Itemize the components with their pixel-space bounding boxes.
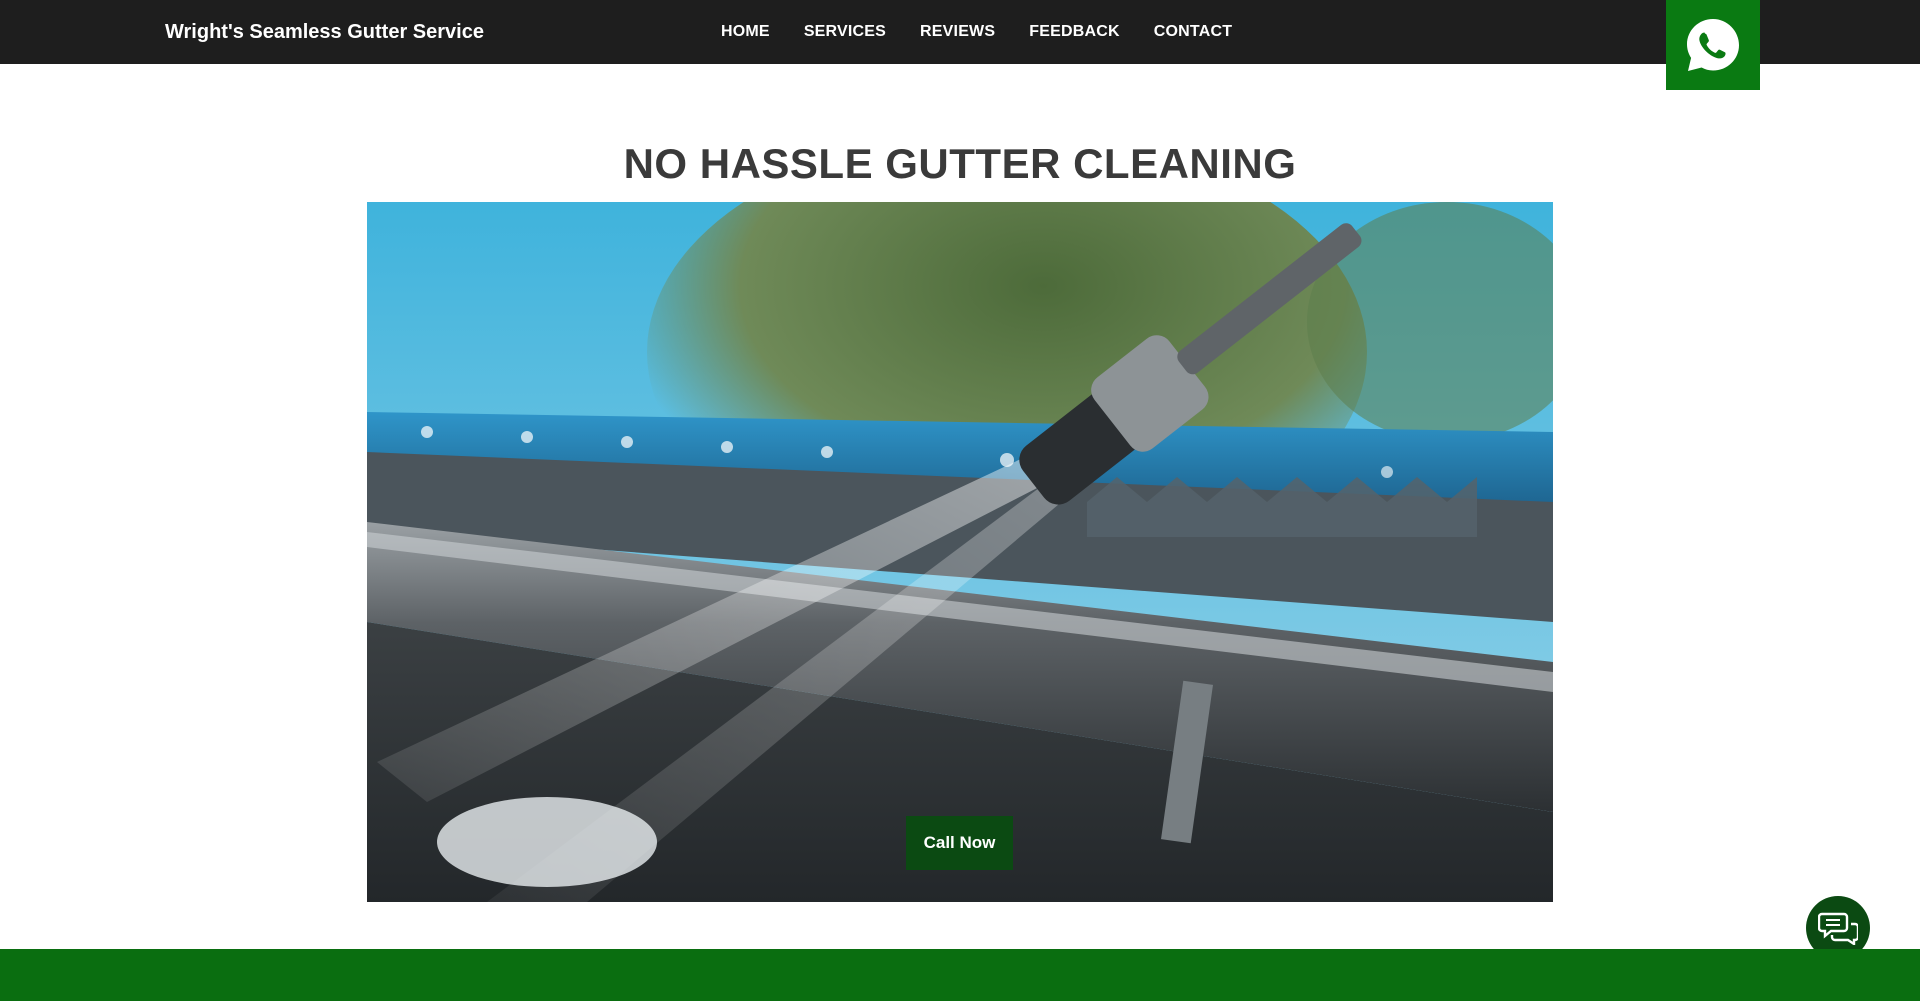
page-headline: NO HASSLE GUTTER CLEANING — [623, 140, 1297, 187]
whatsapp-button[interactable] — [1666, 0, 1760, 90]
top-navbar: Wright's Seamless Gutter Service HOME SE… — [0, 0, 1920, 64]
call-now-button[interactable]: Call Now — [906, 816, 1013, 870]
nav-services[interactable]: SERVICES — [804, 23, 886, 41]
brand-logo-text[interactable]: Wright's Seamless Gutter Service — [165, 0, 484, 64]
nav-feedback[interactable]: FEEDBACK — [1029, 23, 1120, 41]
hero-image — [367, 202, 1553, 902]
nav-contact[interactable]: CONTACT — [1154, 23, 1232, 41]
whatsapp-icon — [1687, 19, 1739, 71]
nav-reviews[interactable]: REVIEWS — [920, 23, 995, 41]
chat-bubbles-icon — [1818, 912, 1858, 945]
main-nav: HOME SERVICES REVIEWS FEEDBACK CONTACT — [721, 0, 1232, 64]
hero-banner: Call Now — [367, 202, 1553, 902]
footer-band — [0, 949, 1920, 1001]
nav-home[interactable]: HOME — [721, 23, 770, 41]
